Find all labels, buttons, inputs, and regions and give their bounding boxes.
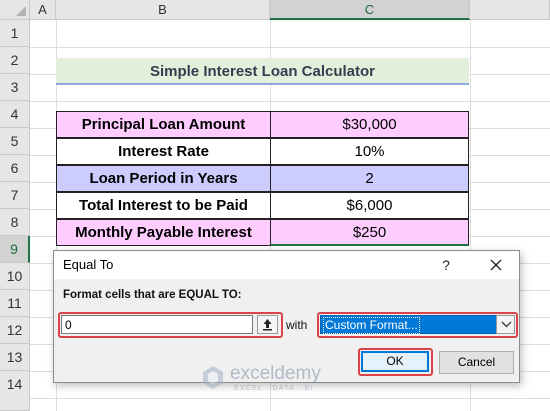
select-all-triangle-icon bbox=[16, 6, 26, 16]
row-header-1[interactable]: 1 bbox=[0, 20, 30, 47]
dialog-title: Equal To bbox=[63, 257, 114, 272]
grid-line bbox=[30, 101, 550, 102]
with-label: with bbox=[286, 318, 308, 332]
format-select[interactable]: Custom Format... bbox=[320, 315, 497, 334]
close-icon[interactable] bbox=[484, 253, 508, 277]
grid-line bbox=[30, 47, 550, 48]
select-all-corner[interactable] bbox=[0, 0, 30, 20]
exceldemy-watermark: exceldemy EXCEL · DATA · BI bbox=[200, 362, 370, 396]
principal-value-cell[interactable]: $30,000 bbox=[270, 111, 469, 138]
row-header-11[interactable]: 11 bbox=[0, 290, 30, 317]
row-header-4[interactable]: 4 bbox=[0, 101, 30, 128]
watermark-tagline: EXCEL · DATA · BI bbox=[234, 385, 314, 392]
row-header-14[interactable]: 14 bbox=[0, 371, 30, 411]
format-select-highlight: Custom Format... bbox=[317, 312, 518, 338]
column-header-b[interactable]: B bbox=[56, 0, 270, 20]
loan-period-label-cell[interactable]: Loan Period in Years bbox=[56, 165, 271, 192]
row-header-2[interactable]: 2 bbox=[0, 47, 30, 74]
monthly-interest-value-cell[interactable]: $250 bbox=[270, 219, 469, 246]
dialog-titlebar[interactable]: Equal To ? bbox=[54, 251, 519, 279]
watermark-name: exceldemy bbox=[230, 363, 321, 384]
total-interest-value-cell[interactable]: $6,000 bbox=[270, 192, 469, 219]
row-header-7[interactable]: 7 bbox=[0, 182, 30, 209]
total-interest-label-cell[interactable]: Total Interest to be Paid bbox=[56, 192, 271, 219]
row-header-5[interactable]: 5 bbox=[0, 128, 30, 155]
column-header-d[interactable] bbox=[470, 0, 550, 20]
row-header-12[interactable]: 12 bbox=[0, 317, 30, 344]
cancel-button[interactable]: Cancel bbox=[439, 351, 514, 374]
format-select-dropdown-button[interactable] bbox=[496, 315, 515, 334]
interest-rate-value-cell[interactable]: 10% bbox=[270, 138, 469, 165]
help-button[interactable]: ? bbox=[434, 253, 458, 277]
row-header-6[interactable]: 6 bbox=[0, 155, 30, 182]
row-header-10[interactable]: 10 bbox=[0, 263, 30, 290]
dialog-prompt-label: Format cells that are EQUAL TO: bbox=[63, 289, 242, 301]
interest-rate-label-cell[interactable]: Interest Rate bbox=[56, 138, 271, 165]
range-select-arrow-icon bbox=[263, 319, 272, 331]
format-select-value: Custom Format... bbox=[323, 317, 420, 334]
row-header-8[interactable]: 8 bbox=[0, 209, 30, 236]
column-header-c[interactable]: C bbox=[270, 0, 470, 20]
column-header-a[interactable]: A bbox=[30, 0, 56, 20]
principal-label-cell[interactable]: Principal Loan Amount bbox=[56, 111, 271, 138]
row-header-13[interactable]: 13 bbox=[0, 344, 30, 371]
row-header-3[interactable]: 3 bbox=[0, 74, 30, 101]
equal-to-value-input[interactable] bbox=[61, 315, 253, 334]
value-input-highlight bbox=[58, 312, 283, 338]
ok-button[interactable]: OK bbox=[361, 351, 429, 372]
chevron-down-icon bbox=[501, 321, 512, 328]
monthly-interest-label-cell[interactable]: Monthly Payable Interest bbox=[56, 219, 271, 246]
row-header-9[interactable]: 9 bbox=[0, 236, 30, 263]
calculator-title-cell[interactable]: Simple Interest Loan Calculator bbox=[56, 58, 469, 85]
grid-line bbox=[30, 398, 550, 399]
loan-period-value-cell[interactable]: 2 bbox=[270, 165, 469, 192]
exceldemy-logo-icon bbox=[203, 366, 223, 389]
collapse-dialog-button[interactable] bbox=[257, 315, 278, 334]
